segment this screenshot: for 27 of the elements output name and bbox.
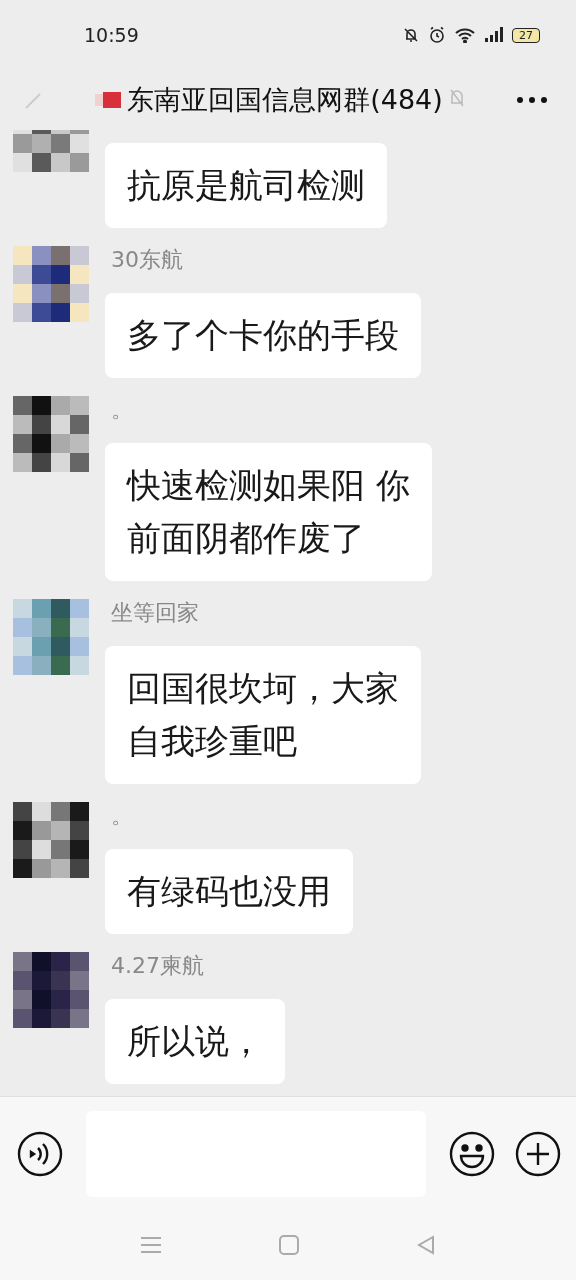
voice-icon[interactable] [16, 1129, 64, 1178]
sender-name: 4.27柬航 [111, 952, 204, 980]
home-icon[interactable] [279, 1235, 299, 1255]
flag-icon [95, 91, 122, 109]
message-bubble: 快速检测如果阳 你 前面阴都作废了 [105, 443, 432, 581]
menu-icon[interactable] [141, 1236, 161, 1254]
message-bubble: 回国很坎坷，大家 自我珍重吧 [105, 646, 421, 784]
message-bubble: 有绿码也没用 [105, 849, 353, 934]
signal-icon [484, 27, 504, 43]
sender-name: 坐等回家 [111, 599, 199, 627]
message-bubble: 多了个卡你的手段 [105, 293, 421, 378]
more-icon[interactable] [516, 96, 548, 104]
back-icon[interactable] [24, 90, 44, 110]
sender-name: 。 [111, 802, 133, 830]
alarm-icon [428, 26, 446, 44]
battery-icon: 27 [512, 27, 540, 43]
bell-off-icon [402, 26, 420, 44]
wifi-icon [454, 27, 476, 43]
chat-title: 东南亚回国信息网群(484) [127, 83, 443, 117]
message-bubble: 抗原是航司检测 [105, 143, 387, 228]
clock-time: 10:59 [84, 24, 139, 46]
back-icon[interactable] [417, 1235, 435, 1255]
emoji-icon[interactable] [448, 1129, 496, 1178]
sender-name: 30东航 [111, 246, 183, 274]
message-bubble: 所以说， [105, 999, 285, 1084]
plus-icon[interactable] [514, 1129, 562, 1178]
sender-name: 。 [111, 396, 133, 424]
